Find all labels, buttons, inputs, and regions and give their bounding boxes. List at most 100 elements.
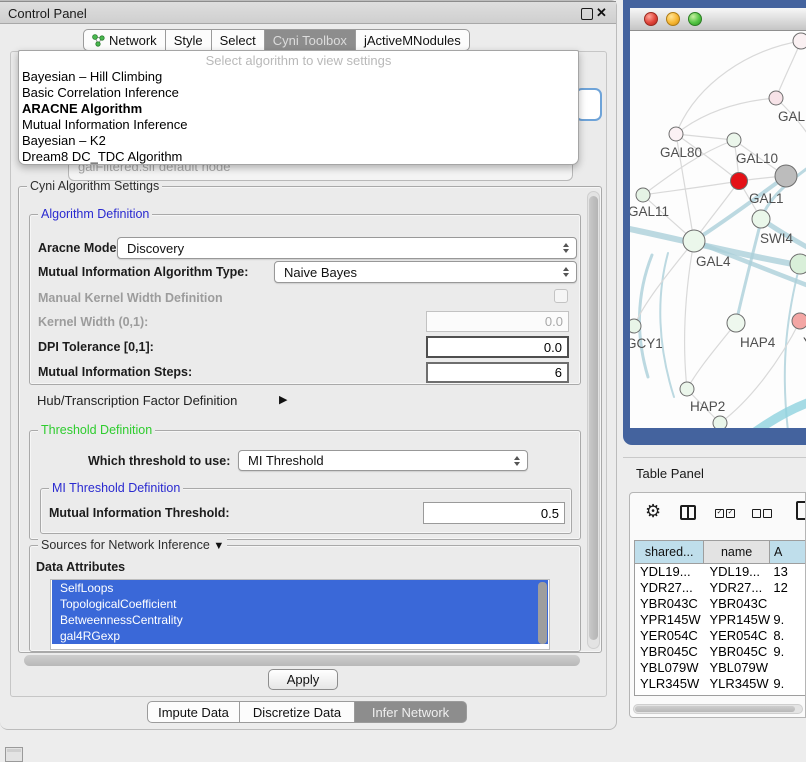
table-panel: ⚙ ✓ ✓ shared... name A YDL19...YDL19...1…: [629, 492, 806, 718]
node-label: HAP4: [740, 335, 776, 350]
group-title: Algorithm Definition: [38, 207, 152, 221]
hub-definition-label[interactable]: Hub/Transcription Factor Definition: [37, 393, 237, 408]
tab-select[interactable]: Select: [212, 29, 265, 51]
collapse-arrow-icon[interactable]: ▼: [213, 540, 224, 552]
table-body: YDL19...YDL19...13YDR27...YDR27...12YBR0…: [635, 564, 806, 696]
table-cell: YIL052C: [704, 692, 770, 696]
table-cell: [770, 660, 806, 676]
dpi-tolerance-field[interactable]: 0.0: [426, 336, 569, 358]
network-node-gal4[interactable]: [683, 230, 705, 252]
network-node-gal-partial[interactable]: [769, 91, 783, 105]
network-node-top-partial[interactable]: [793, 33, 806, 49]
network-node-bottom-partial[interactable]: [713, 416, 727, 428]
settings-gear-icon[interactable]: ⚙: [645, 501, 661, 522]
mi-threshold-field[interactable]: 0.5: [423, 502, 565, 524]
network-node-gal1[interactable]: [731, 173, 748, 190]
table-row[interactable]: YLR345WYLR345W9.: [635, 676, 806, 692]
table-row[interactable]: YPR145WYPR145W9.: [635, 612, 806, 628]
table-row[interactable]: YDL19...YDL19...13: [635, 564, 806, 580]
select-all-checkbox-icon[interactable]: ✓: [715, 509, 724, 518]
column-header-partial[interactable]: A: [770, 541, 806, 564]
focused-combo-fragment[interactable]: [575, 88, 602, 121]
mi-type-combo[interactable]: Naive Bayes: [274, 261, 577, 283]
close-traffic-light[interactable]: [644, 12, 658, 26]
collapsed-panel-icon[interactable]: [5, 747, 23, 762]
which-threshold-combo[interactable]: MI Threshold: [238, 450, 528, 471]
float-window-icon[interactable]: [581, 8, 593, 20]
attribute-list-scrollbar[interactable]: [538, 582, 547, 644]
tab-jactivemnodules[interactable]: jActiveMNodules: [356, 29, 470, 51]
apply-button[interactable]: Apply: [268, 669, 338, 690]
threshold-definition-group: Threshold Definition Which threshold to …: [29, 430, 581, 540]
table-cell: [770, 596, 806, 612]
node-label: GAL80: [660, 145, 702, 160]
network-node-salmon-partial[interactable]: [792, 313, 806, 329]
control-panel-titlebar: Control Panel ✕: [0, 1, 616, 24]
settings-horizontal-scrollbar[interactable]: [24, 655, 580, 666]
network-canvas[interactable]: GALGAL80GAL10GAL1GAL11SWI4GAL4GCY1HAP4YH…: [630, 31, 806, 428]
tab-impute-data[interactable]: Impute Data: [147, 701, 240, 723]
minimize-traffic-light[interactable]: [666, 12, 680, 26]
aracne-mode-label: Aracne Mode:: [38, 241, 121, 255]
tab-network[interactable]: Network: [83, 29, 166, 51]
tab-discretize-data[interactable]: Discretize Data: [240, 701, 355, 723]
table-row[interactable]: YBR043CYBR043C: [635, 596, 806, 612]
network-node-hap4[interactable]: [727, 314, 745, 332]
select-all-checkbox-icon[interactable]: ✓: [726, 509, 735, 518]
algorithm-option[interactable]: Bayesian – Hill Climbing: [19, 69, 578, 85]
settings-vertical-scrollbar[interactable]: [587, 191, 600, 649]
algorithm-option[interactable]: Mutual Information Inference: [19, 117, 578, 133]
network-window-titlebar[interactable]: [630, 8, 806, 31]
mi-steps-field[interactable]: 6: [426, 362, 569, 383]
table-cell: YDL19...: [704, 564, 770, 580]
network-node-hap2[interactable]: [680, 382, 694, 396]
network-node-gray-hub[interactable]: [775, 165, 797, 187]
attribute-list-item[interactable]: TopologicalCoefficient: [52, 596, 548, 612]
tab-label: Select: [220, 33, 256, 48]
algorithm-option[interactable]: Dream8 DC_TDC Algorithm: [19, 149, 578, 165]
aracne-mode-combo[interactable]: Discovery: [117, 237, 577, 259]
kernel-width-field[interactable]: 0.0: [426, 311, 569, 332]
table-cell: 13: [770, 564, 806, 580]
table-row[interactable]: YDR27...YDR27...12: [635, 580, 806, 596]
application-window: Control Panel ✕ Network Style: [0, 0, 806, 762]
close-icon[interactable]: ✕: [596, 5, 607, 21]
expand-arrow-icon[interactable]: ▶: [279, 393, 287, 406]
tab-cyni-toolbox[interactable]: Cyni Toolbox: [265, 29, 356, 51]
table-row[interactable]: YER054CYER054C8.: [635, 628, 806, 644]
cyni-algorithm-settings-group: Cyni Algorithm Settings Algorithm Defini…: [18, 186, 602, 653]
network-node-gal10[interactable]: [727, 133, 741, 147]
mi-type-label: Mutual Information Algorithm Type:: [38, 265, 248, 279]
network-node-swi4[interactable]: [752, 210, 770, 228]
tab-style[interactable]: Style: [166, 29, 212, 51]
tab-label: Network: [109, 33, 157, 48]
table-horizontal-scrollbar[interactable]: [633, 704, 803, 714]
column-header-name[interactable]: name: [704, 541, 770, 564]
table-row[interactable]: YIL052CYIL052C9: [635, 692, 806, 696]
manual-kernel-checkbox[interactable]: [554, 289, 568, 303]
network-node-gal11[interactable]: [636, 188, 650, 202]
column-header-shared[interactable]: shared...: [635, 541, 704, 564]
node-label: HAP2: [690, 399, 725, 414]
attribute-list-item[interactable]: gal4RGexp: [52, 628, 548, 644]
table-cell: YBR045C: [704, 644, 770, 660]
algorithm-option[interactable]: Bayesian – K2: [19, 133, 578, 149]
table-row[interactable]: YBL079WYBL079W: [635, 660, 806, 676]
split-columns-icon[interactable]: [680, 505, 696, 520]
tab-infer-network[interactable]: Infer Network: [355, 701, 467, 723]
algorithm-option[interactable]: Basic Correlation Inference: [19, 85, 578, 101]
network-node-right-partial[interactable]: [790, 254, 806, 274]
export-table-icon[interactable]: [796, 501, 806, 520]
manual-kernel-label: Manual Kernel Width Definition: [38, 291, 223, 305]
kernel-width-label: Kernel Width (0,1):: [38, 315, 148, 329]
deselect-checkbox-icon[interactable]: [752, 509, 761, 518]
table-row[interactable]: YBR045CYBR045C9.: [635, 644, 806, 660]
algorithm-option[interactable]: ARACNE Algorithm: [19, 101, 578, 117]
attribute-list-item[interactable]: SelfLoops: [52, 580, 548, 596]
zoom-traffic-light[interactable]: [688, 12, 702, 26]
attribute-list-item[interactable]: BetweennessCentrality: [52, 612, 548, 628]
network-node-gcy1[interactable]: [630, 319, 641, 333]
field-value: 0.0: [544, 340, 562, 355]
network-node-gal80[interactable]: [669, 127, 683, 141]
deselect-checkbox-icon[interactable]: [763, 509, 772, 518]
